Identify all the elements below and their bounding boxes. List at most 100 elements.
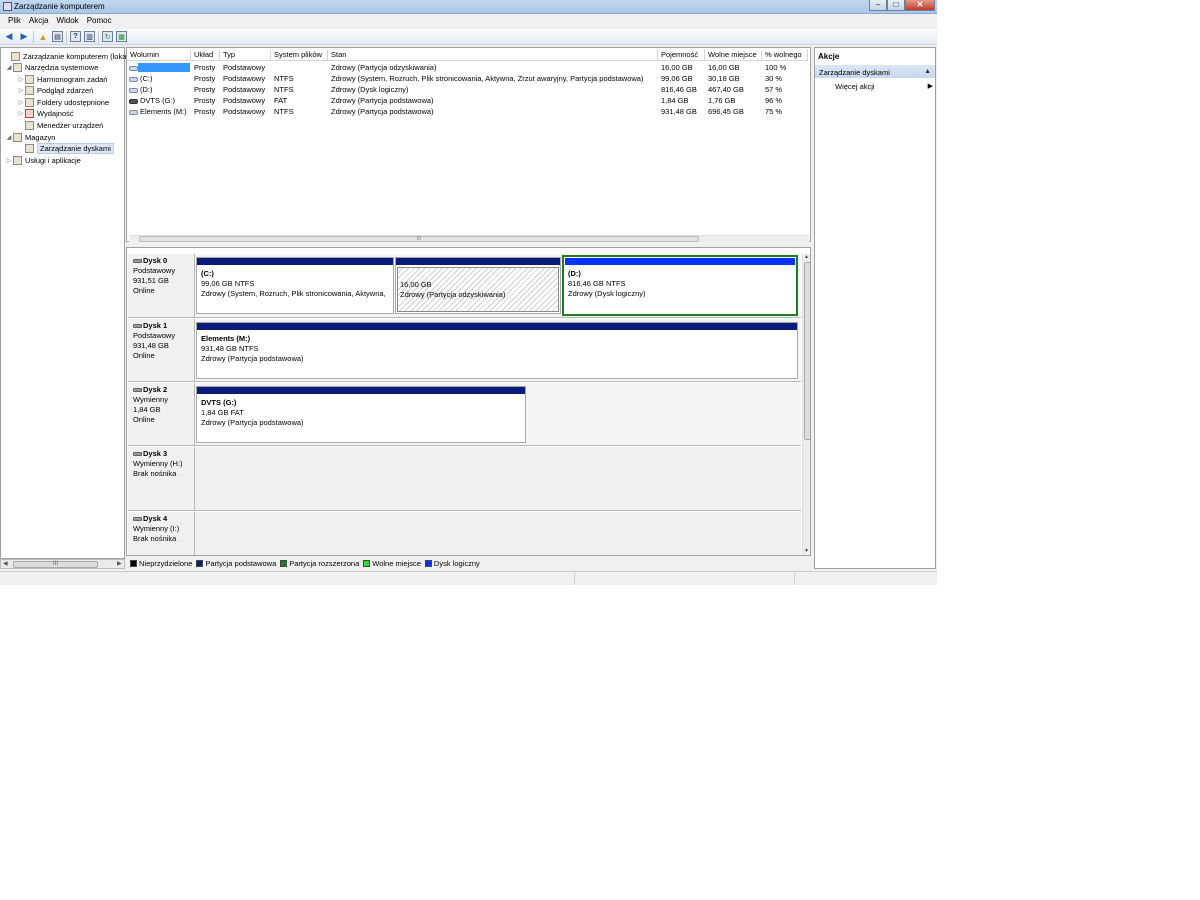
scroll-up-icon[interactable]: ▲ [804, 254, 809, 260]
removable-drive-icon [129, 98, 138, 104]
collapsed-arrow-icon[interactable]: ▷ [17, 76, 25, 83]
menu-pomoc[interactable]: Pomoc [83, 14, 116, 28]
tree-item-device-manager[interactable]: Menedżer urządzeń [17, 120, 103, 131]
disk-management-icon [25, 144, 34, 153]
up-folder-icon[interactable]: ▲ [37, 31, 49, 43]
tree-item-services-apps[interactable]: ▷ Usługi i aplikacje [5, 155, 81, 166]
volume-icon [129, 87, 138, 93]
disk-1-label[interactable]: Dysk 1 Podstawowy 931,48 GB Online [128, 319, 195, 382]
tree-horizontal-scrollbar[interactable]: ◀ III ▶ [0, 559, 125, 569]
scroll-left-icon[interactable]: ◀ [3, 560, 8, 567]
table-row[interactable]: (D:) Prosty Podstawowy NTFS Zdrowy (Dysk… [127, 84, 810, 95]
back-icon[interactable]: ◀ [3, 31, 15, 43]
column-header-capacity[interactable]: Pojemność [658, 50, 705, 61]
window-title: Zarządzanie komputerem [14, 2, 105, 11]
table-row[interactable]: Elements (M:) Prosty Podstawowy NTFS Zdr… [127, 106, 810, 117]
scroll-thumb[interactable] [804, 262, 810, 440]
maximize-button[interactable]: □ [887, 0, 905, 11]
disk-graphical-view: Dysk 0 Podstawowy 931,51 GB Online (C:) 9… [126, 247, 811, 556]
tools-icon [13, 63, 22, 72]
title-bar[interactable]: Zarządzanie komputerem – □ ✕ [0, 0, 937, 14]
scroll-thumb[interactable]: III [13, 561, 98, 568]
actions-title: Akcje [818, 52, 840, 61]
properties-icon[interactable]: ▦ [116, 31, 127, 42]
menu-widok[interactable]: Widok [52, 14, 82, 28]
scroll-thumb[interactable]: III [139, 236, 699, 242]
scroll-down-icon[interactable]: ▼ [804, 548, 809, 554]
tree-item-shared-folders[interactable]: ▷ Foldery udostępnione [17, 97, 109, 108]
show-hide-tree-icon[interactable]: ▤ [52, 31, 63, 42]
table-row[interactable]: DVTS (G:) Prosty Podstawowy FAT Zdrowy (… [127, 95, 810, 106]
computer-icon [11, 52, 20, 61]
menu-plik[interactable]: Plik [4, 14, 25, 28]
table-row[interactable]: (C:) Prosty Podstawowy NTFS Zdrowy (Syst… [127, 73, 810, 84]
column-header-filesystem[interactable]: System plików [271, 50, 328, 61]
tree-item-performance[interactable]: ▷ Wydajność [17, 108, 74, 119]
legend-unallocated: Nieprzydzielone [130, 559, 192, 568]
removable-disk-icon [133, 517, 142, 522]
tree-item-storage[interactable]: ◢ Magazyn [5, 132, 55, 143]
tree-item-disk-management[interactable]: Zarządzanie dyskami [17, 143, 114, 154]
storage-icon [13, 133, 22, 142]
collapsed-arrow-icon[interactable]: ▷ [5, 157, 13, 164]
column-header-status[interactable]: Stan [328, 50, 658, 61]
event-viewer-icon [25, 86, 34, 95]
clock-icon [25, 75, 34, 84]
minimize-button[interactable]: – [869, 0, 887, 11]
partition-c[interactable]: (C:) 99,06 GB NTFS Zdrowy (System, Rozruch… [196, 257, 394, 314]
partition-elements-m[interactable]: Elements (M:) 931,48 GB NTFS Zdrowy (Party… [196, 322, 798, 379]
volume-list-horizontal-scrollbar[interactable]: III [129, 235, 809, 242]
selected-volume-name[interactable] [138, 63, 190, 72]
expanded-arrow-icon[interactable]: ◢ [5, 64, 13, 71]
column-header-free-space[interactable]: Wolne miejsce [705, 50, 762, 61]
disk-4-label[interactable]: Dysk 4 Wymienny (I:) Brak nośnika [128, 512, 195, 555]
show-hide-action-pane-icon[interactable]: ▥ [84, 31, 95, 42]
help-icon[interactable]: ? [70, 31, 81, 42]
partition-d-extended[interactable]: (D:) 816,46 GB NTFS Zdrowy (Dysk logiczny) [562, 255, 798, 316]
disk-3-label[interactable]: Dysk 3 Wymienny (H:) Brak nośnika [128, 447, 195, 511]
legend-logical-drive: Dysk logiczny [424, 559, 480, 568]
collapse-up-icon[interactable]: ▲ [924, 68, 931, 75]
toolbar: ◀ ▶ ▲ ▤ ? ▥ ↻ ▦ [0, 29, 937, 45]
partition-recovery[interactable]: 16,00 GB Zdrowy (Partycja odzyskiwania) [395, 257, 561, 314]
hard-disk-icon [133, 259, 142, 264]
tree-item-system-tools[interactable]: ◢ Narzędzia systemowe [5, 62, 98, 73]
close-button[interactable]: ✕ [905, 0, 935, 11]
tree-item-event-viewer[interactable]: ▷ Podgląd zdarzeń [17, 85, 93, 96]
menu-bar: Plik Akcja Widok Pomoc [0, 14, 937, 28]
computer-management-window: Zarządzanie komputerem – □ ✕ Plik Akcja … [0, 0, 937, 585]
navigation-tree[interactable]: Zarządzanie komputerem (loka ◢ Narzędzia… [0, 47, 126, 559]
device-manager-icon [25, 121, 34, 130]
expanded-arrow-icon[interactable]: ◢ [5, 134, 13, 141]
actions-pane: Akcje Zarządzanie dyskami ▲ Więcej akcji… [814, 47, 936, 569]
forward-icon[interactable]: ▶ [18, 31, 30, 43]
more-actions-item[interactable]: Więcej akcji ▶ [835, 82, 933, 93]
services-icon [13, 156, 22, 165]
collapsed-arrow-icon[interactable]: ▷ [17, 110, 25, 117]
tree-item-task-scheduler[interactable]: ▷ Harmonogram zadań [17, 74, 107, 85]
scroll-right-icon[interactable]: ▶ [117, 560, 122, 567]
tree-item-computer-management[interactable]: Zarządzanie komputerem (loka [3, 51, 126, 62]
disk-view-vertical-scrollbar[interactable]: ▲ ▼ [802, 254, 810, 555]
volume-icon [129, 65, 138, 71]
performance-icon [25, 109, 34, 118]
column-header-layout[interactable]: Układ [191, 50, 220, 61]
volume-list: Wolumin Układ Typ System plików Stan Poj… [126, 47, 811, 242]
app-icon [3, 2, 12, 11]
shared-folder-icon [25, 98, 34, 107]
partition-dvts-g[interactable]: DVTS (G:) 1,84 GB FAT Zdrowy (Partycja pod… [196, 386, 526, 443]
menu-akcja[interactable]: Akcja [25, 14, 53, 28]
table-row[interactable]: Prosty Podstawowy Zdrowy (Partycja odzys… [127, 62, 810, 73]
disk-0-label[interactable]: Dysk 0 Podstawowy 931,51 GB Online [128, 254, 195, 318]
column-header-percent-free[interactable]: % wolnego [762, 50, 808, 61]
column-header-volume[interactable]: Wolumin [127, 50, 191, 61]
actions-section-disk-management[interactable]: Zarządzanie dyskami ▲ [815, 65, 935, 78]
collapsed-arrow-icon[interactable]: ▷ [17, 87, 25, 94]
legend-extended-partition: Partycja rozszerzona [280, 559, 359, 568]
disk-2-label[interactable]: Dysk 2 Wymienny 1,84 GB Online [128, 383, 195, 446]
column-header-type[interactable]: Typ [220, 50, 271, 61]
status-bar [0, 571, 937, 585]
collapsed-arrow-icon[interactable]: ▷ [17, 99, 25, 106]
refresh-icon[interactable]: ↻ [102, 31, 113, 42]
volume-icon [129, 109, 138, 115]
